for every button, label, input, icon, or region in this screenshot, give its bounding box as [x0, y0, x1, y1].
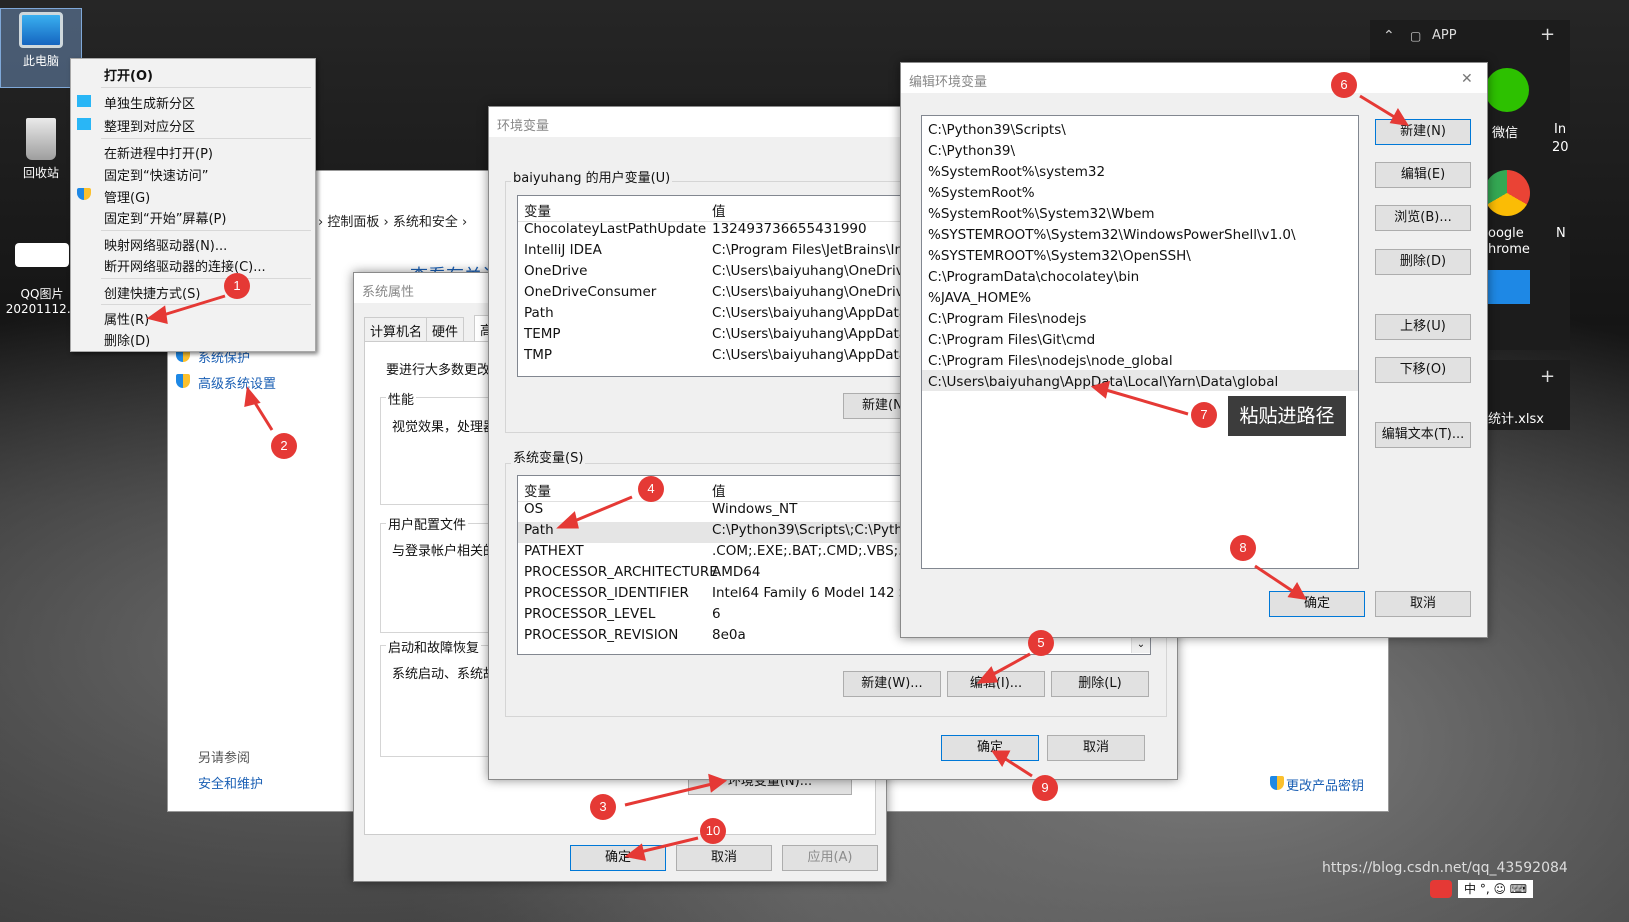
input-method-tray[interactable]: 中 °, ☺ ⌨	[1458, 880, 1534, 898]
arrow-1-head	[146, 305, 168, 324]
arrow-7-head	[1090, 380, 1111, 399]
arrow-5-head	[976, 666, 999, 684]
arrow-6-head	[1389, 108, 1409, 126]
arrow-8-head	[1287, 582, 1307, 600]
arrow-7	[1105, 388, 1189, 416]
arrow-9-head	[991, 750, 1011, 767]
arrow-1	[159, 294, 226, 318]
arrow-9	[1003, 756, 1033, 778]
step-badge-2: 2	[271, 433, 297, 459]
arrow-3	[624, 782, 713, 807]
step-badge-5: 5	[1028, 630, 1054, 656]
arrow-8	[1254, 564, 1295, 594]
arrow-3-head	[708, 773, 728, 793]
arrow-4	[571, 495, 633, 524]
annotation-arrows	[146, 94, 1409, 861]
step-badge-4: 4	[638, 476, 664, 502]
sogou-icon[interactable]	[1430, 880, 1452, 898]
arrow-10-head	[624, 843, 646, 861]
arrow-4-head	[556, 511, 579, 529]
arrow-2-head	[244, 386, 261, 407]
step-badge-6: 6	[1331, 72, 1357, 98]
step-badge-3: 3	[590, 794, 616, 820]
step-badge-9: 9	[1032, 775, 1058, 801]
step-badge-10: 10	[700, 818, 726, 844]
arrow-6	[1359, 94, 1397, 120]
step-badge-7: 7	[1191, 402, 1217, 428]
step-badge-8: 8	[1230, 535, 1256, 561]
watermark-text: https://blog.csdn.net/qq_43592084	[1322, 860, 1568, 876]
arrow-5	[989, 652, 1031, 678]
step-badge-1: 1	[224, 273, 250, 299]
arrow-10	[639, 836, 699, 854]
